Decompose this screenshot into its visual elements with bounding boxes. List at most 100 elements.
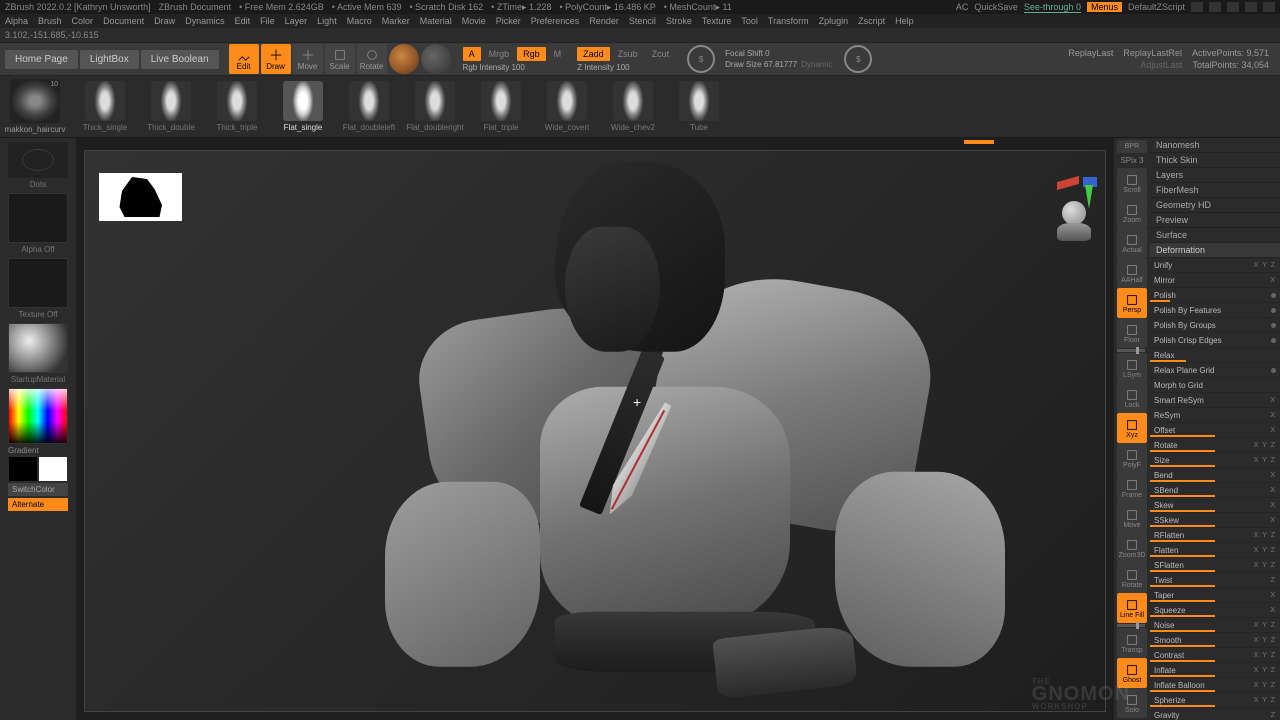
rt-move[interactable]: Move (1117, 503, 1147, 533)
menus-toggle[interactable]: Menus (1087, 2, 1122, 12)
brush-flat_single[interactable]: Flat_single (277, 81, 329, 132)
arrow-icon[interactable] (1191, 2, 1203, 12)
section-layers[interactable]: Layers (1150, 168, 1280, 183)
menu-dynamics[interactable]: Dynamics (185, 16, 225, 26)
rt-actual[interactable]: Actual (1117, 228, 1147, 258)
move-mode-button[interactable]: Move (293, 44, 323, 74)
deform-spherize[interactable]: SpherizeX Y Z (1150, 693, 1280, 708)
menu-material[interactable]: Material (420, 16, 452, 26)
menu-tool[interactable]: Tool (741, 16, 758, 26)
brush-thick_single[interactable]: Thick_single (79, 81, 131, 132)
deform-morph-to-grid[interactable]: Morph to Grid (1150, 378, 1280, 393)
draw-size-slider[interactable]: Draw Size 67.81777 (725, 60, 797, 69)
deform-noise[interactable]: NoiseX Y Z (1150, 618, 1280, 633)
deform-rotate[interactable]: RotateX Y Z (1150, 438, 1280, 453)
deform-squeeze[interactable]: SqueezeX (1150, 603, 1280, 618)
rt-floor[interactable]: Floor (1117, 318, 1147, 348)
stroke-dots-preview[interactable] (8, 142, 68, 178)
gradient-label[interactable]: Gradient (8, 446, 39, 455)
scale-mode-button[interactable]: Scale (325, 44, 355, 74)
material-swatch[interactable] (8, 323, 68, 373)
focal-shift-slider[interactable]: Focal Shift 0 (725, 49, 832, 58)
adjustlast-button[interactable]: AdjustLast (1140, 60, 1182, 70)
silhouette-thumbnail[interactable] (99, 173, 182, 221)
timeline-slider[interactable] (964, 140, 994, 144)
menu-file[interactable]: File (260, 16, 275, 26)
seethrough-slider[interactable]: See-through 0 (1024, 2, 1081, 13)
section-preview[interactable]: Preview (1150, 213, 1280, 228)
deform-relax-plane-grid[interactable]: Relax Plane Grid (1150, 363, 1280, 378)
texture-swatch[interactable] (8, 258, 68, 308)
brush-thick_double[interactable]: Thick_double (145, 81, 197, 132)
menu-preferences[interactable]: Preferences (531, 16, 580, 26)
deform-inflate[interactable]: InflateX Y Z (1150, 663, 1280, 678)
mrgb-chip[interactable]: Mrgb (483, 47, 516, 61)
rt-xyz[interactable]: Xyz (1117, 413, 1147, 443)
menu-transform[interactable]: Transform (768, 16, 809, 26)
deform-mirror[interactable]: MirrorX (1150, 273, 1280, 288)
deform-unify[interactable]: UnifyX Y Z (1150, 258, 1280, 273)
menu-layer[interactable]: Layer (285, 16, 308, 26)
draw-mode-button[interactable]: Draw (261, 44, 291, 74)
alpha-swatch[interactable] (8, 193, 68, 243)
brush-thick_triple[interactable]: Thick_triple (211, 81, 263, 132)
camera-head-gizmo[interactable] (1057, 201, 1091, 245)
brush-wide_covert[interactable]: Wide_covert (541, 81, 593, 132)
rt-zoom3d[interactable]: Zoom3D (1117, 533, 1147, 563)
defaultzscript-button[interactable]: DefaultZScript (1128, 2, 1185, 12)
rt-aahalf[interactable]: AAHalf (1117, 258, 1147, 288)
zcut-chip[interactable]: Zcut (646, 47, 676, 61)
quicksave-button[interactable]: QuickSave (974, 2, 1018, 12)
menu-zplugin[interactable]: Zplugin (819, 16, 849, 26)
menu-color[interactable]: Color (72, 16, 94, 26)
edit-mode-button[interactable]: Edit (229, 44, 259, 74)
primary-color-swatch[interactable] (39, 457, 67, 481)
menu-texture[interactable]: Texture (702, 16, 732, 26)
brush-wide_chev2[interactable]: Wide_chev2 (607, 81, 659, 132)
liveboolean-button[interactable]: Live Boolean (141, 50, 219, 69)
dynamic-toggle[interactable]: Dynamic (801, 60, 832, 69)
m-chip[interactable]: M (548, 47, 568, 61)
rt-transp[interactable]: Transp (1117, 628, 1147, 658)
z-intensity[interactable]: Z Intensity 100 (577, 63, 675, 72)
deform-resym[interactable]: ReSymX (1150, 408, 1280, 423)
menu-alpha[interactable]: Alpha (5, 16, 28, 26)
menu-movie[interactable]: Movie (462, 16, 486, 26)
deform-size[interactable]: SizeX Y Z (1150, 453, 1280, 468)
menu-edit[interactable]: Edit (235, 16, 251, 26)
replaylast-button[interactable]: ReplayLast (1068, 48, 1113, 58)
brush-flat_triple[interactable]: Flat_triple (475, 81, 527, 132)
deform-flatten[interactable]: FlattenX Y Z (1150, 543, 1280, 558)
stroke-circle-right[interactable]: $ (844, 45, 872, 73)
section-geometry-hd[interactable]: Geometry HD (1150, 198, 1280, 213)
menu-stroke[interactable]: Stroke (666, 16, 692, 26)
viewport[interactable] (84, 150, 1106, 712)
section-surface[interactable]: Surface (1150, 228, 1280, 243)
rt-scroll[interactable]: Scroll (1117, 168, 1147, 198)
deform-polish-by-groups[interactable]: Polish By Groups (1150, 318, 1280, 333)
menu-zscript[interactable]: Zscript (858, 16, 885, 26)
deform-smart-resym[interactable]: Smart ReSymX (1150, 393, 1280, 408)
deform-bend[interactable]: BendX (1150, 468, 1280, 483)
brush-flat_doubleright[interactable]: Flat_doubleright (409, 81, 461, 132)
stroke-circle-left[interactable]: $ (687, 45, 715, 73)
menu-render[interactable]: Render (589, 16, 619, 26)
deform-gravity[interactable]: GravityZ (1150, 708, 1280, 720)
section-thick-skin[interactable]: Thick Skin (1150, 153, 1280, 168)
deform-taper[interactable]: TaperX (1150, 588, 1280, 603)
deform-sskew[interactable]: SSkewX (1150, 513, 1280, 528)
maximize-icon[interactable] (1245, 2, 1257, 12)
menu-document[interactable]: Document (103, 16, 144, 26)
deform-inflate-balloon[interactable]: Inflate BalloonX Y Z (1150, 678, 1280, 693)
menu-light[interactable]: Light (317, 16, 337, 26)
deform-polish-by-features[interactable]: Polish By Features (1150, 303, 1280, 318)
rt-frame[interactable]: Frame (1117, 473, 1147, 503)
close-icon[interactable] (1263, 2, 1275, 12)
menu-help[interactable]: Help (895, 16, 914, 26)
menu-macro[interactable]: Macro (347, 16, 372, 26)
section-deformation[interactable]: Deformation (1150, 243, 1280, 258)
menu-draw[interactable]: Draw (154, 16, 175, 26)
alternate-button[interactable]: Alternate (8, 498, 68, 511)
rt-lock[interactable]: Lock (1117, 383, 1147, 413)
brush-flat_doubleleft[interactable]: Flat_doubleleft (343, 81, 395, 132)
